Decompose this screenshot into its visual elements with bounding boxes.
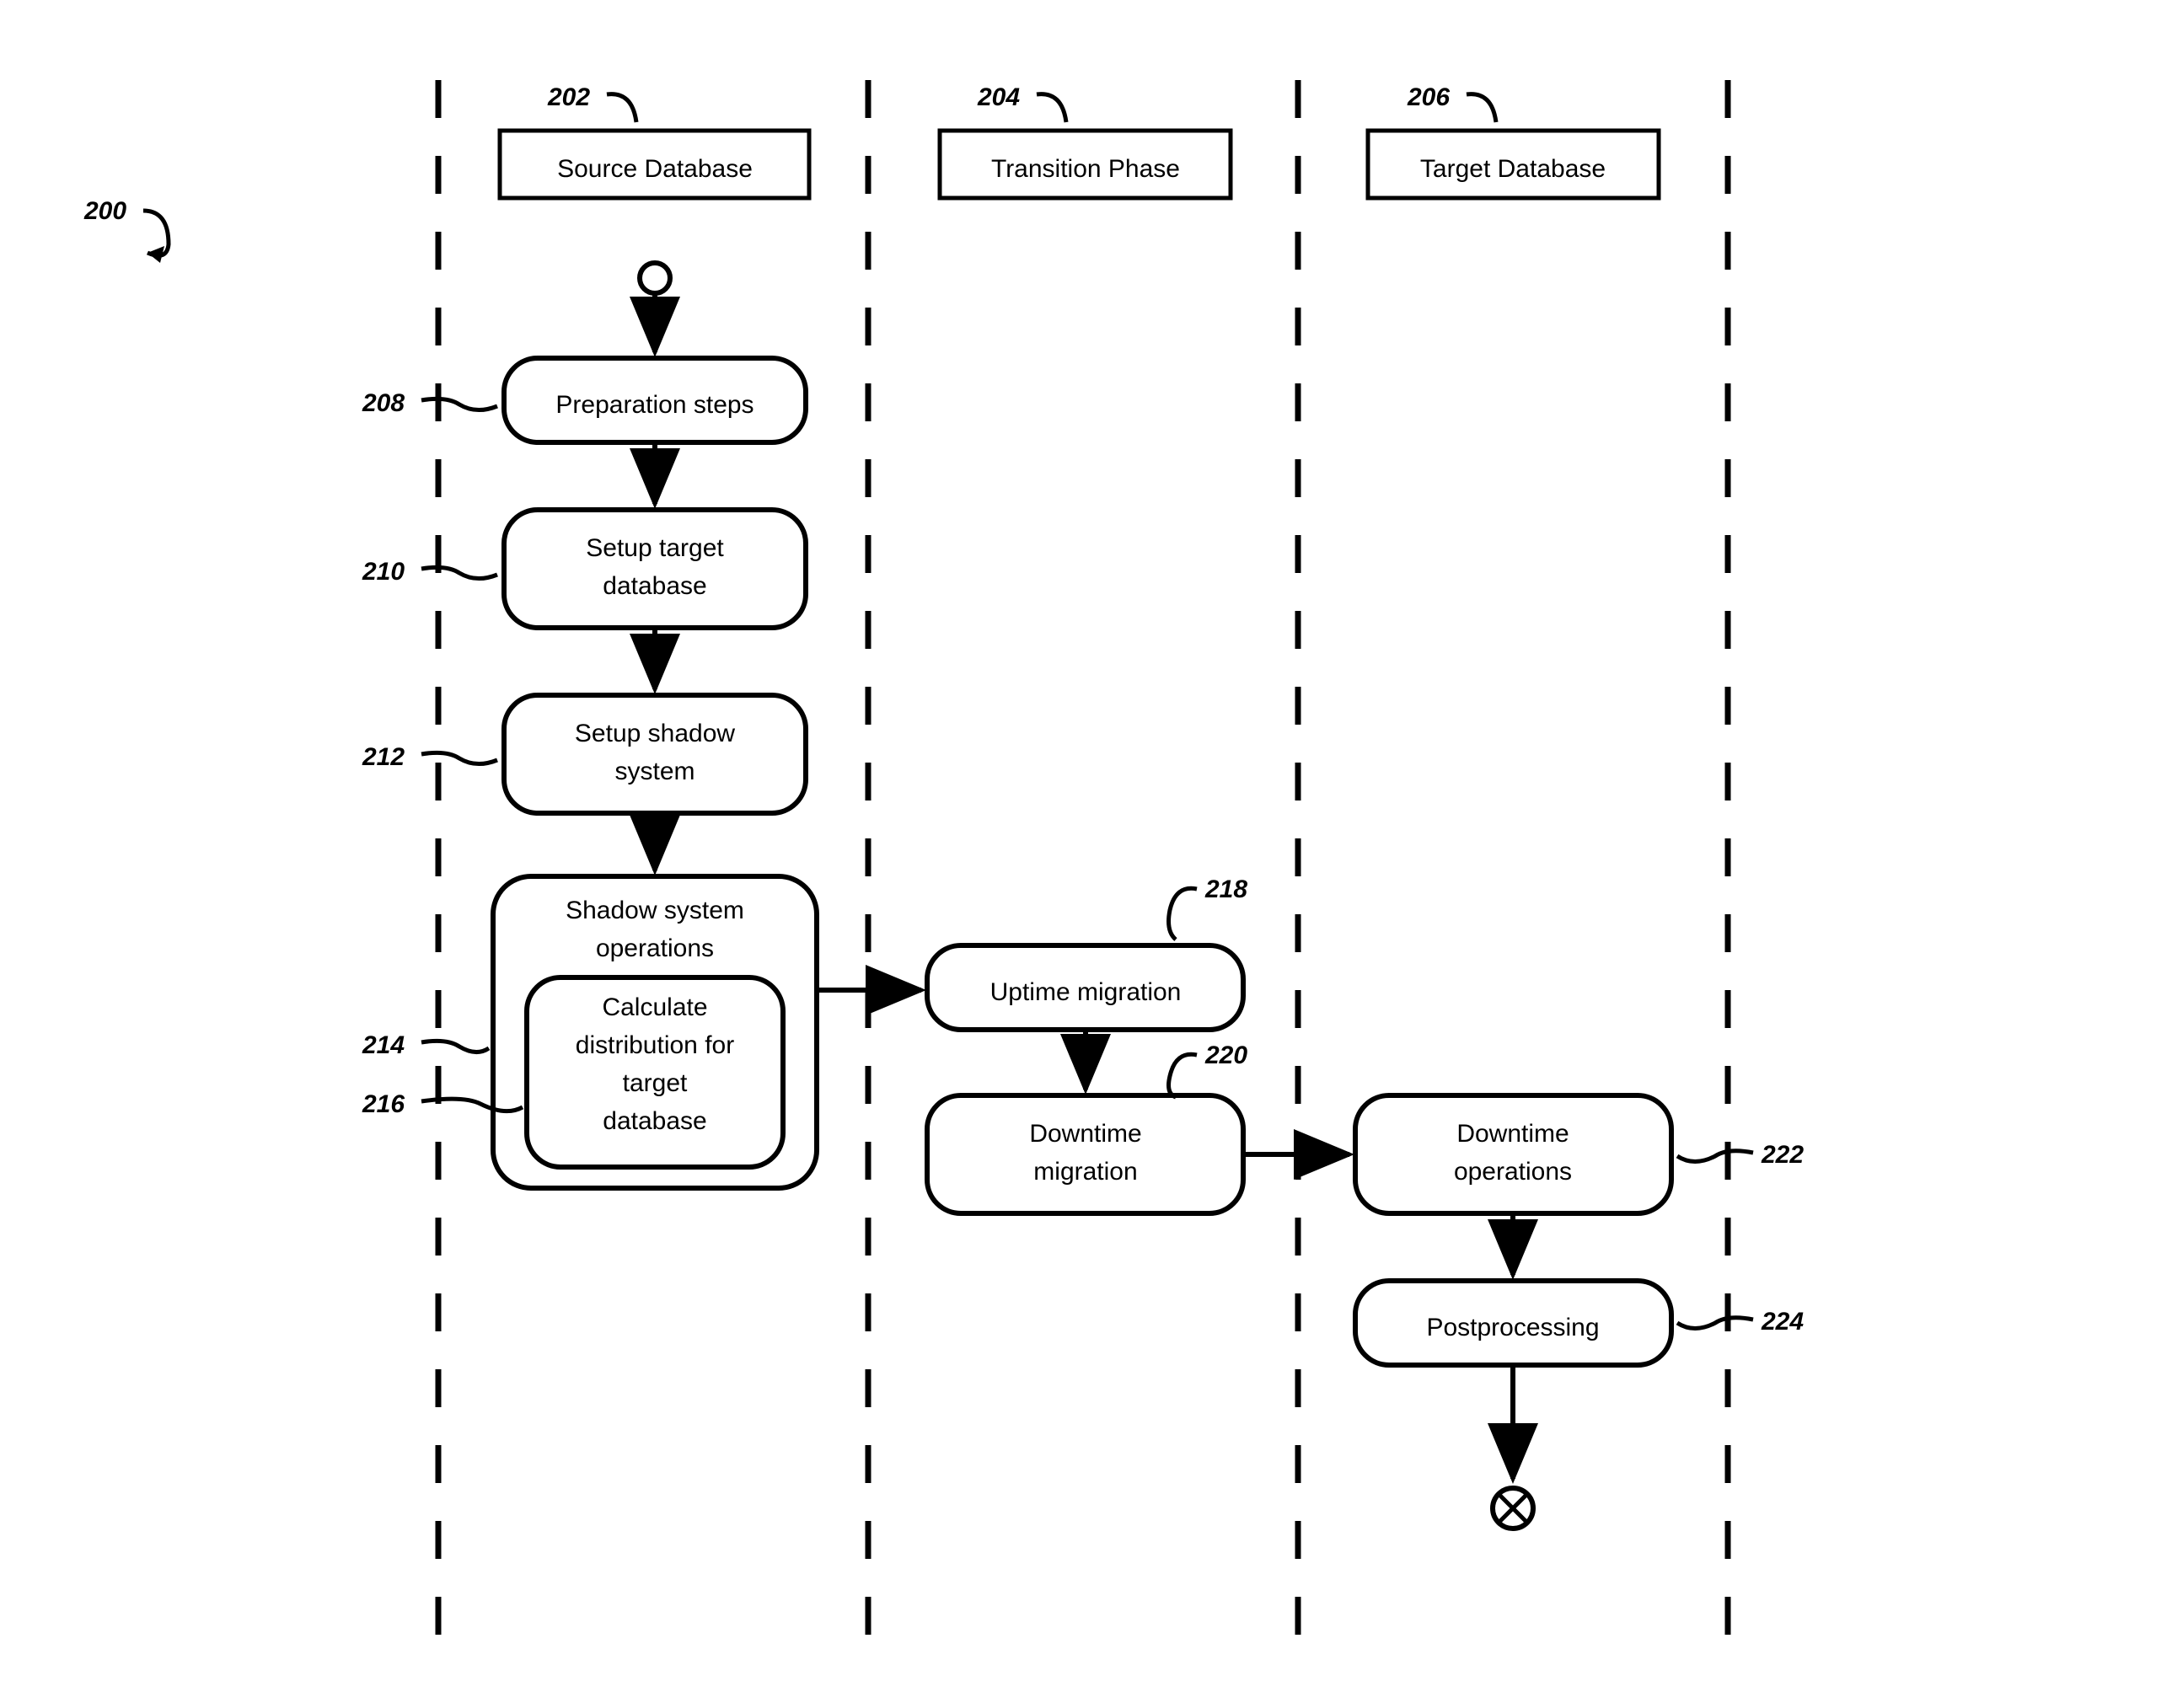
node-setup-target bbox=[504, 510, 806, 628]
ref-224: 224 bbox=[1761, 1308, 1804, 1336]
node-calc-dist-l4: database bbox=[603, 1107, 706, 1135]
node-setup-shadow bbox=[504, 695, 806, 813]
ref-leader bbox=[421, 399, 497, 410]
ref-212: 212 bbox=[362, 743, 405, 771]
ref-208: 208 bbox=[362, 389, 405, 417]
node-downtime-ops-l1: Downtime bbox=[1456, 1120, 1569, 1148]
ref-leader bbox=[1169, 888, 1197, 940]
ref-leader bbox=[1169, 1054, 1197, 1097]
ref-206: 206 bbox=[1407, 83, 1450, 111]
lane-header-source-label: Source Database bbox=[557, 155, 753, 183]
ref-218: 218 bbox=[1204, 875, 1247, 903]
node-downtime-mig-l2: migration bbox=[1033, 1158, 1137, 1186]
node-setup-shadow-l2: system bbox=[614, 758, 695, 785]
node-calc-dist-l3: target bbox=[623, 1069, 688, 1097]
ref-200: 200 bbox=[83, 197, 126, 225]
start-node bbox=[640, 263, 670, 293]
ref-leader bbox=[1037, 94, 1066, 122]
lane-header-transition-label: Transition Phase bbox=[991, 155, 1180, 183]
node-setup-target-l1: Setup target bbox=[586, 534, 724, 562]
ref-202: 202 bbox=[547, 83, 590, 111]
flowchart-diagram: Source Database Transition Phase Target … bbox=[0, 0, 2172, 1708]
node-downtime-mig-l1: Downtime bbox=[1029, 1120, 1141, 1148]
ref-214: 214 bbox=[362, 1031, 405, 1059]
node-uptime-label: Uptime migration bbox=[990, 978, 1182, 1006]
ref-222: 222 bbox=[1761, 1141, 1804, 1169]
node-downtime-mig bbox=[927, 1095, 1243, 1213]
ref-leader bbox=[421, 567, 497, 578]
node-shadow-ops-l2: operations bbox=[596, 934, 714, 962]
node-shadow-ops-l1: Shadow system bbox=[566, 897, 744, 924]
node-downtime-ops-l2: operations bbox=[1454, 1158, 1572, 1186]
ref-leader bbox=[607, 94, 636, 122]
ref-220: 220 bbox=[1204, 1041, 1247, 1069]
ref-leader bbox=[421, 1041, 489, 1052]
ref-210: 210 bbox=[362, 558, 405, 586]
ref-leader bbox=[421, 752, 497, 763]
ref-leader bbox=[1467, 94, 1496, 122]
node-prep-label: Preparation steps bbox=[555, 391, 753, 419]
ref-216: 216 bbox=[362, 1090, 405, 1118]
lane-header-target-label: Target Database bbox=[1420, 155, 1606, 183]
node-setup-shadow-l1: Setup shadow bbox=[575, 720, 735, 747]
node-calc-dist-l1: Calculate bbox=[602, 993, 707, 1021]
ref-leader bbox=[1677, 1318, 1753, 1329]
ref-leader-arrow bbox=[143, 211, 169, 255]
ref-leader bbox=[1677, 1151, 1753, 1162]
node-downtime-ops bbox=[1355, 1095, 1671, 1213]
node-calc-dist-l2: distribution for bbox=[576, 1031, 734, 1059]
ref-204: 204 bbox=[977, 83, 1020, 111]
node-postproc-label: Postprocessing bbox=[1426, 1314, 1599, 1341]
node-setup-target-l2: database bbox=[603, 572, 706, 600]
